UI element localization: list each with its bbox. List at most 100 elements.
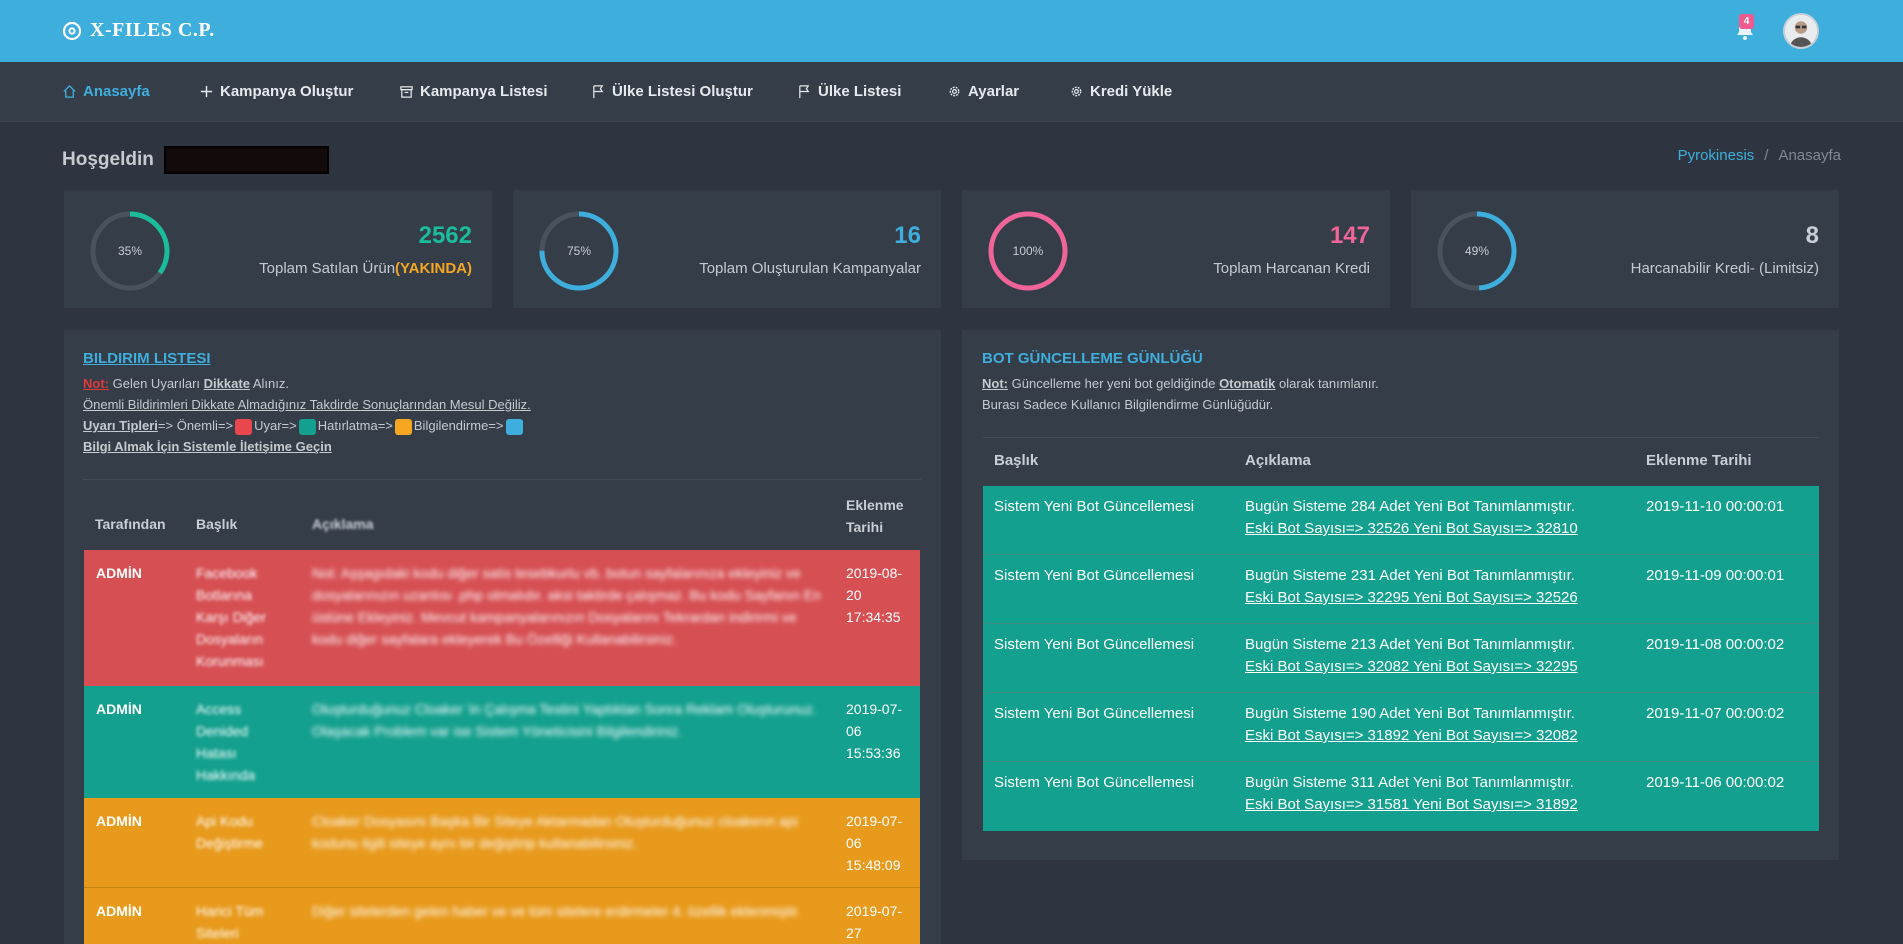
swatch-teal	[298, 418, 316, 435]
welcome-heading: Hoşgeldin	[62, 146, 329, 174]
stat-value: 147	[1329, 222, 1370, 249]
nav-label: Ülke Listesi Oluştur	[612, 83, 753, 100]
welcome-text: Hoşgeldin	[62, 149, 154, 170]
breadcrumb: Pyrokinesis / Anasayfa	[1678, 147, 1841, 164]
nav-settings[interactable]: Ayarlar	[947, 83, 1019, 100]
nav-home[interactable]: Anasayfa	[62, 83, 150, 100]
swatch-blue	[505, 418, 523, 435]
ring-percent: 49%	[1464, 244, 1490, 258]
row-counts-link[interactable]: Eski Bot Sayısı=> 32295 Yeni Bot Sayısı=…	[1245, 589, 1578, 606]
row-desc: Diğer sitelerden gelen haber ve ve tüm s…	[312, 903, 801, 919]
row-title: Harici Tüm Siteleri	[196, 903, 264, 941]
type-info: Bilgilendirme=>	[413, 418, 504, 433]
row-title: Sistem Yeni Bot Güncellemesi	[994, 567, 1195, 584]
brand-name: X-FILES C.P.	[90, 19, 215, 41]
user-avatar-icon	[1785, 15, 1817, 47]
table-row[interactable]: Sistem Yeni Bot Güncellemesi Bugün Siste…	[983, 693, 1819, 762]
brand-logo[interactable]: X-FILES C.P.	[62, 19, 215, 42]
nav-load-credit[interactable]: Kredi Yükle	[1069, 83, 1172, 100]
nav-label: Anasayfa	[83, 83, 150, 100]
stat-label: Toplam Oluşturulan Kampanyalar	[699, 260, 921, 277]
row-counts-link[interactable]: Eski Bot Sayısı=> 32526 Yeni Bot Sayısı=…	[1245, 520, 1578, 537]
main-nav: Anasayfa Kampanya Oluştur Kampanya Liste…	[0, 62, 1903, 122]
type-reminder: Hatırlatma=>	[317, 418, 393, 433]
top-bar: X-FILES C.P. 4	[0, 0, 1903, 62]
stat-label-text: Harcanabilir Kredi- (Limitsiz)	[1630, 260, 1819, 277]
note-text-end: Alınız.	[252, 376, 289, 391]
table-row[interactable]: ADMİN Api Kodu Değiştirme Cloaker Dosyas…	[84, 798, 920, 888]
nav-label: Kampanya Listesi	[420, 83, 548, 100]
table-row[interactable]: ADMİN Facebook Botlarına Karşı Diğer Dos…	[84, 550, 920, 686]
stat-card-available-credit: 49% 8 Harcanabilir Kredi- (Limitsiz)	[1411, 190, 1839, 308]
row-title: Sistem Yeni Bot Güncellemesi	[994, 705, 1195, 722]
table-row[interactable]: Sistem Yeni Bot Güncellemesi Bugün Siste…	[983, 624, 1819, 693]
nav-country-list[interactable]: Ülke Listesi	[797, 83, 901, 100]
alert-types-arrow: =>	[157, 418, 174, 433]
info-line: Burası Sadece Kullanıcı Bilgilendirme Gü…	[982, 397, 1274, 412]
archive-icon	[400, 86, 413, 98]
row-desc: Cloaker Dosyasını Başka Bir Siteye Aktar…	[312, 813, 798, 851]
spiral-icon	[62, 21, 82, 40]
col-header-date: Eklenme Tarihi	[1646, 452, 1752, 469]
breadcrumb-root[interactable]: Pyrokinesis	[1678, 147, 1755, 164]
table-row[interactable]: Sistem Yeni Bot Güncellemesi Bugün Siste…	[983, 486, 1819, 555]
row-by: ADMİN	[96, 565, 142, 581]
nav-label: Ülke Listesi	[818, 83, 902, 100]
nav-campaign-list[interactable]: Kampanya Listesi	[399, 83, 548, 100]
row-desc: Oluşturduğunuz Cloaker 'in Çalışma Testi…	[312, 701, 817, 739]
divider	[983, 437, 1819, 438]
row-title: Access Denided Hatası Hakkında	[196, 701, 256, 783]
avatar[interactable]	[1783, 13, 1819, 49]
stat-card-campaigns: 75% 16 Toplam Oluşturulan Kampanyalar	[513, 190, 941, 308]
row-date: 2019-11-10 00:00:01	[1646, 498, 1785, 515]
row-title: Sistem Yeni Bot Güncellemesi	[994, 774, 1195, 791]
ring-percent: 75%	[566, 244, 592, 258]
row-desc: Bugün Sisteme 311 Adet Yeni Bot Tanımlan…	[1245, 774, 1574, 791]
bot-log-notes: Not: Güncelleme her yeni bot geldiğinde …	[982, 373, 1379, 415]
note-bold: Otomatik	[1219, 376, 1276, 391]
row-date: 2019-07-06 15:48:09	[846, 813, 903, 873]
gear-icon	[1071, 86, 1082, 97]
row-desc: Bugün Sisteme 231 Adet Yeni Bot Tanımlan…	[1245, 567, 1575, 584]
ring-percent: 100%	[1012, 244, 1044, 258]
row-desc: Bugün Sisteme 190 Adet Yeni Bot Tanımlan…	[1245, 705, 1575, 722]
nav-create-country-list[interactable]: Ülke Listesi Oluştur	[591, 83, 753, 100]
redacted-username	[163, 146, 329, 174]
row-counts-link[interactable]: Eski Bot Sayısı=> 31581 Yeni Bot Sayısı=…	[1245, 796, 1578, 813]
note-label: Not:	[83, 376, 109, 391]
nav-label: Kredi Yükle	[1090, 83, 1173, 100]
table-row[interactable]: ADMİN Harici Tüm Siteleri Diğer sitelerd…	[84, 888, 920, 944]
note-text: Güncelleme her yeni bot geldiğinde	[1011, 376, 1216, 391]
type-warn: Uyar=>	[254, 418, 297, 433]
row-date: 2019-07-06 15:53:36	[846, 701, 903, 761]
row-by: ADMİN	[96, 701, 142, 717]
stat-label-text: Toplam Satılan Ürün	[259, 260, 396, 277]
col-header-title: Başlık	[994, 452, 1039, 469]
note-text-end: olarak tanımlanır.	[1279, 376, 1379, 391]
stat-label-text: Toplam Harcanan Kredi	[1213, 260, 1370, 277]
flag-icon	[593, 85, 604, 99]
stat-highlight: (YAKINDA)	[395, 260, 472, 277]
table-row[interactable]: Sistem Yeni Bot Güncellemesi Bugün Siste…	[983, 555, 1819, 624]
col-header-desc: Açıklama	[312, 516, 374, 532]
ring-percent: 35%	[117, 244, 143, 258]
contact-link[interactable]: Bilgi Almak İçin Sistemle İletişime Geçi…	[83, 439, 332, 454]
row-counts-link[interactable]: Eski Bot Sayısı=> 32082 Yeni Bot Sayısı=…	[1245, 658, 1578, 675]
nav-label: Ayarlar	[968, 83, 1020, 100]
swatch-red	[235, 418, 253, 435]
row-by: ADMİN	[96, 903, 142, 919]
alert-types: Uyarı Tipleri=> Önemli=> Uyar=> Hatırlatma…	[83, 415, 531, 436]
nav-create-campaign[interactable]: Kampanya Oluştur	[199, 83, 353, 100]
warning-line: Önemli Bildirimleri Dikkate Almadığınız …	[83, 397, 531, 412]
gear-icon	[949, 86, 960, 97]
home-icon	[63, 84, 76, 98]
row-date: 2019-11-06 00:00:02	[1646, 774, 1785, 791]
alert-types-label: Uyarı Tipleri	[83, 418, 158, 433]
table-row[interactable]: Sistem Yeni Bot Güncellemesi Bugün Siste…	[983, 762, 1819, 831]
divider	[83, 479, 921, 480]
table-row[interactable]: ADMİN Access Denided Hatası Hakkında Olu…	[84, 686, 920, 798]
row-counts-link[interactable]: Eski Bot Sayısı=> 31892 Yeni Bot Sayısı=…	[1245, 727, 1578, 744]
stat-label: Toplam Harcanan Kredi	[1213, 260, 1370, 277]
stat-value: 8	[1805, 222, 1819, 249]
row-title: Api Kodu Değiştirme	[196, 813, 263, 851]
